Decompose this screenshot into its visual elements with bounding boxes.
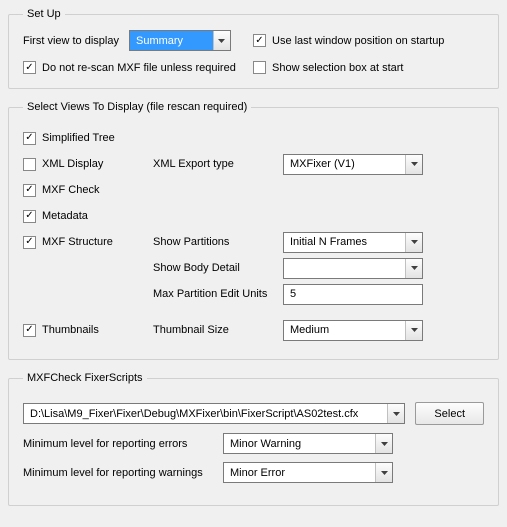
simplified-tree-label: Simplified Tree: [42, 132, 115, 144]
dropdown-icon: [405, 233, 422, 252]
show-selection-box-label: Show selection box at start: [272, 62, 403, 74]
fixerscripts-group: MXFCheck FixerScripts D:\Lisa\M9_Fixer\F…: [8, 372, 499, 506]
show-body-detail-value: [284, 259, 405, 278]
mxf-structure-checkbox[interactable]: ✓ MXF Structure: [23, 236, 113, 249]
show-partitions-combo[interactable]: Initial N Frames: [283, 232, 423, 253]
fixerscripts-legend: MXFCheck FixerScripts: [23, 372, 147, 384]
dropdown-icon: [405, 321, 422, 340]
thumb-size-value: Medium: [284, 321, 405, 340]
mxf-check-checkbox[interactable]: ✓ MXF Check: [23, 184, 99, 197]
thumb-size-label: Thumbnail Size: [153, 324, 283, 336]
thumbnails-label: Thumbnails: [42, 324, 99, 336]
mxf-structure-label: MXF Structure: [42, 236, 113, 248]
use-last-position-checkbox[interactable]: ✓ Use last window position on startup: [253, 34, 484, 47]
show-partitions-value: Initial N Frames: [284, 233, 405, 252]
mxf-check-label: MXF Check: [42, 184, 99, 196]
xml-export-label: XML Export type: [153, 158, 283, 170]
checkbox-icon: ✓: [23, 236, 36, 249]
thumbnails-checkbox[interactable]: ✓ Thumbnails: [23, 324, 99, 337]
show-partitions-label: Show Partitions: [153, 236, 283, 248]
min-error-combo[interactable]: Minor Warning: [223, 433, 393, 454]
dropdown-icon: [387, 404, 404, 423]
checkbox-icon: ✓: [23, 184, 36, 197]
xml-export-combo[interactable]: MXFixer (V1): [283, 154, 423, 175]
show-body-detail-label: Show Body Detail: [153, 262, 283, 274]
max-partition-value: 5: [290, 288, 296, 300]
show-selection-box-checkbox[interactable]: ✓ Show selection box at start: [253, 61, 484, 74]
min-warning-label: Minimum level for reporting warnings: [23, 467, 213, 479]
first-view-value: Summary: [130, 31, 213, 50]
setup-legend: Set Up: [23, 8, 65, 20]
metadata-label: Metadata: [42, 210, 88, 222]
dropdown-icon: [375, 434, 392, 453]
no-rescan-label: Do not re-scan MXF file unless required: [42, 62, 236, 74]
select-button[interactable]: Select: [415, 402, 484, 425]
setup-group: Set Up First view to display Summary ✓ U…: [8, 8, 499, 89]
min-warning-combo[interactable]: Minor Error: [223, 462, 393, 483]
metadata-checkbox[interactable]: ✓ Metadata: [23, 210, 88, 223]
max-partition-input[interactable]: 5: [283, 284, 423, 305]
checkbox-icon: ✓: [253, 34, 266, 47]
dropdown-icon: [213, 31, 230, 50]
checkbox-icon: ✓: [23, 61, 36, 74]
first-view-label: First view to display: [23, 35, 119, 47]
use-last-position-label: Use last window position on startup: [272, 35, 444, 47]
first-view-combo[interactable]: Summary: [129, 30, 231, 51]
views-group: Select Views To Display (file rescan req…: [8, 101, 499, 360]
checkbox-icon: ✓: [23, 132, 36, 145]
dropdown-icon: [405, 259, 422, 278]
max-partition-label: Max Partition Edit Units: [153, 288, 283, 300]
fixerscript-path-combo[interactable]: D:\Lisa\M9_Fixer\Fixer\Debug\MXFixer\bin…: [23, 403, 405, 424]
xml-display-checkbox[interactable]: ✓ XML Display: [23, 158, 103, 171]
checkbox-icon: ✓: [253, 61, 266, 74]
xml-export-value: MXFixer (V1): [284, 155, 405, 174]
show-body-detail-combo[interactable]: [283, 258, 423, 279]
simplified-tree-checkbox[interactable]: ✓ Simplified Tree: [23, 132, 115, 145]
min-error-value: Minor Warning: [224, 434, 375, 453]
checkbox-icon: ✓: [23, 210, 36, 223]
checkbox-icon: ✓: [23, 158, 36, 171]
dropdown-icon: [405, 155, 422, 174]
checkbox-icon: ✓: [23, 324, 36, 337]
views-legend: Select Views To Display (file rescan req…: [23, 101, 251, 113]
xml-display-label: XML Display: [42, 158, 103, 170]
thumb-size-combo[interactable]: Medium: [283, 320, 423, 341]
min-error-label: Minimum level for reporting errors: [23, 438, 213, 450]
min-warning-value: Minor Error: [224, 463, 375, 482]
select-button-label: Select: [434, 408, 465, 420]
dropdown-icon: [375, 463, 392, 482]
no-rescan-checkbox[interactable]: ✓ Do not re-scan MXF file unless require…: [23, 61, 253, 74]
fixerscript-path-value: D:\Lisa\M9_Fixer\Fixer\Debug\MXFixer\bin…: [24, 404, 387, 423]
